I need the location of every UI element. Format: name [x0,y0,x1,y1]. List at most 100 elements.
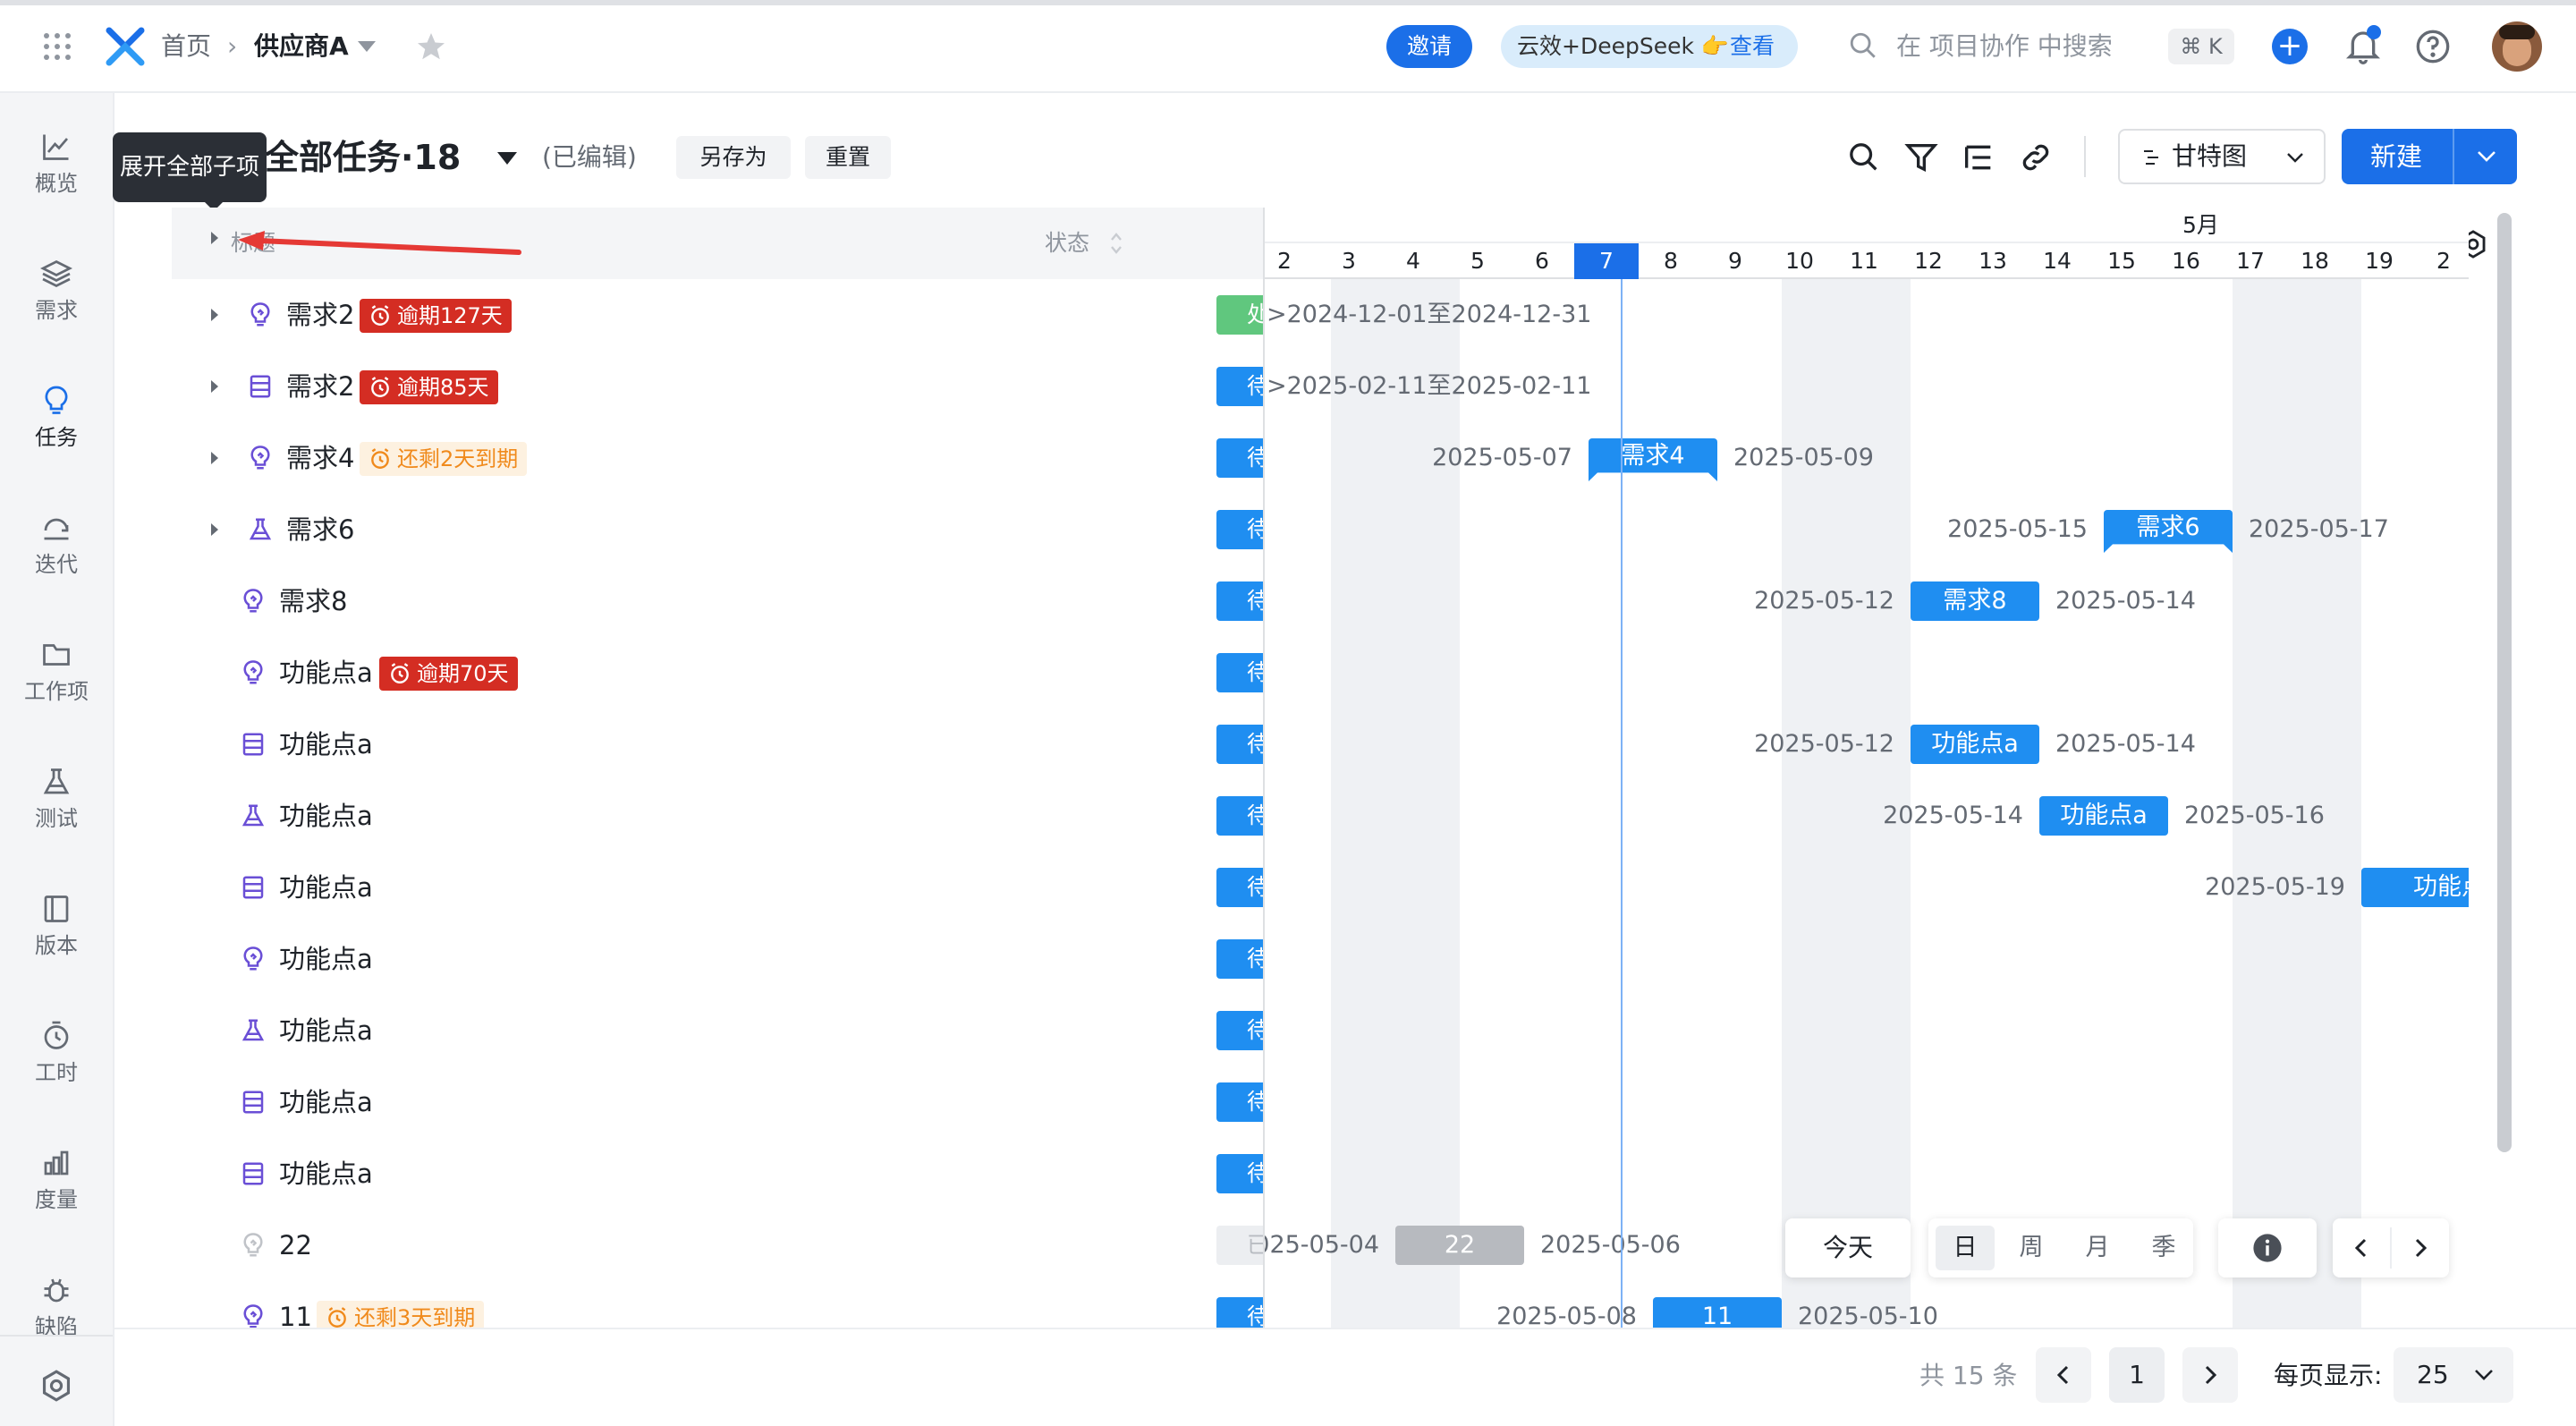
table-row[interactable]: 功能点a待处理 [172,923,1395,995]
filter-icon[interactable] [1903,140,1939,175]
alarm-clock-icon [369,376,392,399]
sidebar-item-defects[interactable]: 缺陷 [0,1236,113,1335]
task-title[interactable]: 功能点a [279,655,373,691]
table-row[interactable]: 需求6待处理 [172,494,1395,565]
column-header-status[interactable]: 状态 [1045,225,1089,261]
task-title[interactable]: 需求6 [286,512,354,547]
chevron-down-icon[interactable] [2476,150,2497,163]
sidebar-item-workitems[interactable]: 工作项 [0,601,113,709]
task-title[interactable]: 功能点a [279,798,373,834]
view-mode-select[interactable]: 甘特图 [2118,129,2326,184]
expand-toggle[interactable] [211,452,218,464]
chevron-left-icon[interactable] [2351,1237,2372,1259]
gantt-day-label: 14 [2043,248,2072,274]
task-title[interactable]: 功能点a [279,870,373,905]
fields-list-icon[interactable] [1961,140,1996,175]
app-logo-icon[interactable] [106,27,145,66]
global-search-input[interactable]: 在 项目协作 中搜索 [1896,29,2113,64]
gantt-bar[interactable]: 11 [1653,1297,1782,1328]
sidebar-item-testing[interactable]: 测试 [0,728,113,836]
help-icon[interactable] [2415,29,2451,64]
table-row[interactable]: 功能点a逾期70天待处理 [172,637,1395,709]
scale-day[interactable]: 日 [1936,1226,1995,1270]
breadcrumb-current[interactable]: 供应商A [254,29,349,64]
sidebar-item-worktime[interactable]: 工时 [0,982,113,1090]
task-title[interactable]: 功能点a [279,1156,373,1192]
task-title[interactable]: 需求8 [279,583,347,619]
table-row[interactable]: 22已完成 [172,1210,1395,1281]
link-icon[interactable] [2018,140,2054,175]
ai-view-link[interactable]: 查看 [1730,25,1775,68]
table-row[interactable]: 需求4还剩2天到期待处理 [172,422,1395,494]
settings-gear-icon[interactable] [39,1369,73,1403]
layers-icon [40,259,72,288]
sidebar-item-metrics[interactable]: 度量 [0,1109,113,1217]
scale-quarter[interactable]: 季 [2134,1226,2193,1270]
expand-toggle[interactable] [211,309,218,321]
save-as-button[interactable]: 另存为 [676,136,791,179]
sidebar-item-iterations[interactable]: 迭代 [0,474,113,581]
gantt-icon [2144,150,2158,165]
task-title[interactable]: 功能点a [279,1013,373,1048]
table-row[interactable]: 功能点a待处理 [172,1138,1395,1210]
sidebar-item-overview[interactable]: 概览 [0,93,113,200]
today-button[interactable]: 今天 [1785,1218,1911,1277]
ai-promo-banner[interactable]: 云效+DeepSeek 👉 查看 [1501,25,1798,68]
sidebar-item-versions[interactable]: 版本 [0,855,113,963]
lightbulb-icon [240,1232,267,1259]
gantt-bar[interactable]: 需求4 [1589,438,1717,481]
table-row[interactable]: 功能点a待处理 [172,995,1395,1066]
expand-toggle[interactable] [211,523,218,536]
search-icon[interactable] [1846,140,1882,175]
gantt-bar[interactable]: 需求8 [1911,581,2039,621]
table-row[interactable]: 功能点a待处理 [172,780,1395,852]
task-title[interactable]: 功能点a [279,1084,373,1120]
task-title[interactable]: 需求2 [286,297,354,333]
scroll-nav [2333,1218,2449,1277]
task-title[interactable]: 22 [279,1227,312,1263]
table-row[interactable]: 功能点a待处理 [172,852,1395,923]
gantt-bar[interactable]: 22 [1395,1226,1524,1265]
caret-down-icon[interactable] [358,41,376,52]
gantt-bar[interactable]: 功能点a [1911,725,2039,764]
sort-icon[interactable] [1109,227,1123,259]
table-row[interactable]: 需求8待处理 [172,565,1395,637]
gantt-range-text: >2025-02-11至2025-02-11 [1267,372,1592,400]
scale-month[interactable]: 月 [2068,1226,2127,1270]
notification-bell-icon[interactable] [2345,25,2381,66]
gantt-bar[interactable]: 功能点 [2361,868,2469,907]
expand-toggle[interactable] [211,380,218,393]
table-row[interactable]: 需求2逾期85天待处理 [172,351,1395,422]
table-row[interactable]: 功能点a待处理 [172,1066,1395,1138]
chevron-right-icon[interactable] [2410,1237,2431,1259]
breadcrumb-home[interactable]: 首页 [161,29,211,64]
per-page-label: 每页显示: [2274,1361,2383,1390]
scale-week[interactable]: 周 [2002,1226,2061,1270]
gantt-bar[interactable]: 功能点a [2039,796,2168,836]
task-title[interactable]: 功能点a [279,941,373,977]
current-page[interactable]: 1 [2109,1347,2165,1403]
avatar[interactable] [2492,21,2542,72]
per-page-select[interactable]: 25 [2394,1347,2513,1403]
sidebar-item-tasks[interactable]: 任务 [0,347,113,454]
task-title[interactable]: 功能点a [279,726,373,762]
expand-all-toggle[interactable] [211,232,218,244]
app-grid-icon[interactable] [43,32,72,61]
create-plus-button[interactable]: + [2272,29,2308,64]
table-row[interactable]: 功能点a待处理 [172,709,1395,780]
table-row[interactable]: 需求2逾期127天处理中 [172,279,1395,351]
task-title[interactable]: 需求4 [286,440,354,476]
vertical-scrollbar[interactable] [2497,213,2512,1152]
info-button[interactable] [2218,1218,2317,1277]
gantt-bar[interactable]: 需求6 [2104,510,2233,553]
caret-down-icon[interactable] [497,152,517,165]
prev-page-button[interactable] [2036,1347,2091,1403]
sidebar-item-requirements[interactable]: 需求 [0,220,113,327]
next-page-button[interactable] [2182,1347,2238,1403]
search-icon[interactable] [1848,30,1878,61]
new-button[interactable]: 新建 [2342,129,2517,184]
reset-button[interactable]: 重置 [805,136,891,179]
task-title[interactable]: 需求2 [286,369,354,404]
invite-button[interactable]: 邀请 [1386,25,1472,68]
star-icon[interactable] [415,30,447,63]
